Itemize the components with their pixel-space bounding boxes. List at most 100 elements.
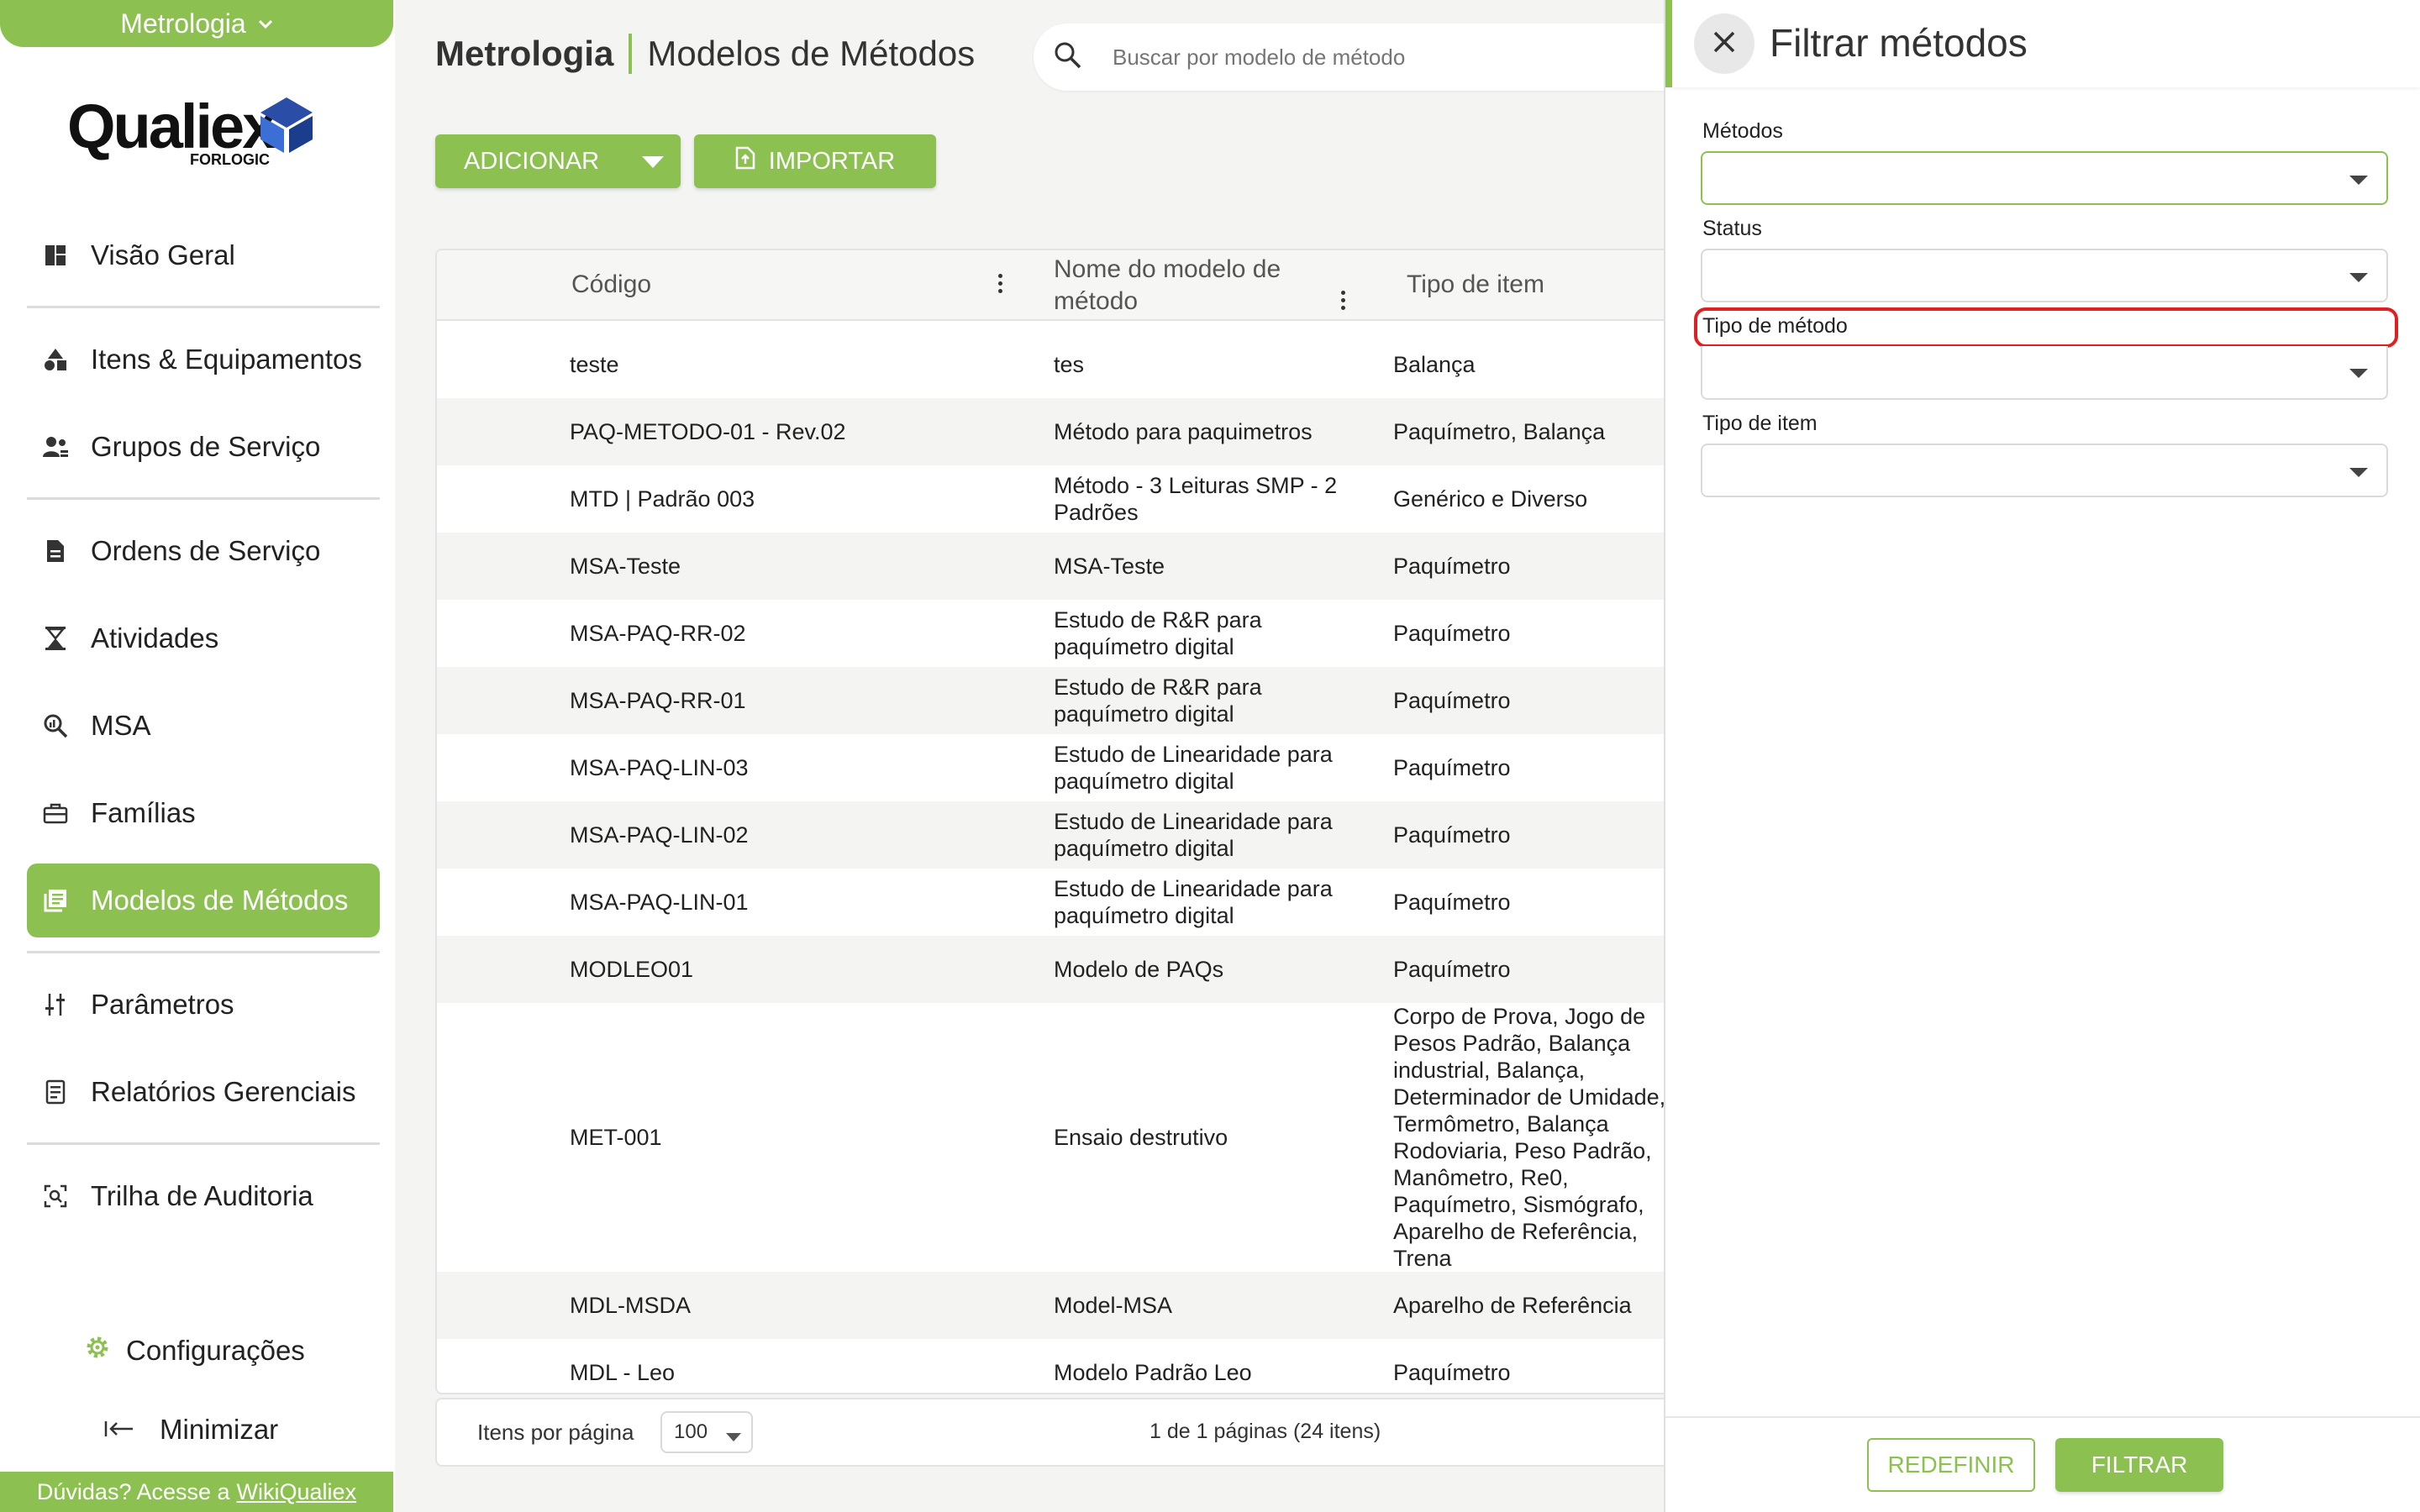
- table-row[interactable]: teste tes Balança: [437, 331, 1664, 398]
- table-row[interactable]: MSA-PAQ-LIN-01 Estudo de Linearidade par…: [437, 869, 1664, 936]
- column-menu-icon[interactable]: [1341, 291, 1346, 313]
- settings-link[interactable]: Configurações: [84, 1326, 305, 1376]
- document-icon: [39, 534, 72, 568]
- cell-type: Aparelho de Referência: [1393, 1293, 1632, 1318]
- column-menu-icon[interactable]: [998, 274, 1003, 297]
- sidebar-item-trilha-auditoria[interactable]: Trilha de Auditoria: [27, 1159, 380, 1233]
- cell-code: MSA-PAQ-RR-01: [570, 688, 746, 713]
- caret-down-icon[interactable]: [640, 150, 666, 177]
- sidebar-item-ordens-servico[interactable]: Ordens de Serviço: [27, 514, 380, 588]
- apply-filter-button[interactable]: FILTRAR: [2055, 1438, 2223, 1492]
- sidebar-item-itens-equipamentos[interactable]: Itens & Equipamentos: [27, 323, 380, 396]
- pagination-bar: Itens por página 100 1 de 1 páginas (24 …: [435, 1398, 1664, 1467]
- search-input[interactable]: [1113, 44, 1583, 71]
- help-text: Dúvidas? Acesse a: [36, 1478, 230, 1504]
- settings-label: Configurações: [126, 1335, 305, 1366]
- module-selector-label: Metrologia: [120, 8, 246, 39]
- drawer-accent-bar: [1665, 0, 1672, 87]
- divider: [27, 306, 380, 308]
- column-header-codigo[interactable]: Código: [571, 269, 651, 301]
- cell-name: Modelo de PAQs: [1054, 957, 1224, 982]
- column-header-nome[interactable]: Nome do modelo de método: [1054, 254, 1306, 318]
- sidebar-item-grupos-servico[interactable]: Grupos de Serviço: [27, 410, 380, 484]
- table-row[interactable]: MSA-Teste MSA-Teste Paquímetro: [437, 533, 1664, 600]
- cell-type: Corpo de Prova, Jogo de Pesos Padrão, Ba…: [1393, 1004, 1664, 1271]
- add-button[interactable]: ADICIONAR: [435, 134, 681, 188]
- import-button[interactable]: IMPORTAR: [694, 134, 936, 188]
- cell-name: tes: [1054, 352, 1085, 377]
- minimize-sidebar-button[interactable]: Minimizar: [104, 1404, 278, 1455]
- table-row[interactable]: MDL - Leo Modelo Padrão Leo Paquímetro: [437, 1339, 1664, 1393]
- reset-button[interactable]: REDEFINIR: [1867, 1438, 2035, 1492]
- table-row[interactable]: MSA-PAQ-LIN-02 Estudo de Linearidade par…: [437, 801, 1664, 869]
- cell-name: Model-MSA: [1054, 1293, 1173, 1318]
- table-header: Código Nome do modelo de método Tipo de …: [437, 250, 1664, 321]
- cell-type: Genérico e Diverso: [1393, 486, 1588, 512]
- close-button[interactable]: [1694, 13, 1754, 74]
- sidebar-item-visao-geral[interactable]: Visão Geral: [27, 218, 380, 292]
- sidebar-item-parametros[interactable]: Parâmetros: [27, 968, 380, 1042]
- column-header-tipo-item[interactable]: Tipo de item: [1407, 269, 1544, 301]
- sidebar-item-label: Visão Geral: [91, 239, 235, 270]
- file-upload-icon: [735, 146, 755, 176]
- sidebar-item-label: Grupos de Serviço: [91, 431, 321, 462]
- cell-code: MDL-MSDA: [570, 1293, 692, 1318]
- collapse-left-icon: [104, 1415, 134, 1446]
- sidebar-item-atividades[interactable]: Atividades: [27, 601, 380, 675]
- sidebar-item-label: Famílias: [91, 797, 196, 828]
- filter-drawer: Filtrar métodos Métodos Status Tipo de m…: [1664, 0, 2420, 1512]
- cell-code: MSA-PAQ-LIN-02: [570, 822, 749, 848]
- filter-label-status: Status: [1702, 217, 1762, 240]
- divider: [27, 1142, 380, 1145]
- table-row[interactable]: PAQ-METODO-01 - Rev.02 Método para paqui…: [437, 398, 1664, 465]
- gear-icon: [84, 1334, 111, 1368]
- cell-name: Estudo de R&R para paquímetro digital: [1054, 607, 1262, 659]
- page-title-name: Modelos de Métodos: [647, 34, 976, 73]
- logo-mark-icon: [260, 97, 313, 153]
- library-icon: [39, 884, 72, 917]
- filter-select-status[interactable]: [1701, 249, 2388, 302]
- cell-type: Paquímetro: [1393, 822, 1511, 848]
- cell-code: MSA-PAQ-LIN-01: [570, 890, 749, 915]
- table-row[interactable]: MODLEO01 Modelo de PAQs Paquímetro: [437, 936, 1664, 1003]
- sidebar-item-msa[interactable]: MSA: [27, 689, 380, 763]
- cell-name: Estudo de Linearidade para paquímetro di…: [1054, 809, 1333, 861]
- sidebar-item-label: Itens & Equipamentos: [91, 344, 362, 375]
- cell-code: MODLEO01: [570, 957, 694, 982]
- caret-down-icon: [2348, 465, 2370, 483]
- sidebar-item-label: Parâmetros: [91, 989, 234, 1020]
- table-row[interactable]: MTD | Padrão 003 Método - 3 Leituras SMP…: [437, 465, 1664, 533]
- cell-name: Estudo de Linearidade para paquímetro di…: [1054, 742, 1333, 794]
- zoom-analytics-icon: [39, 709, 72, 743]
- sidebar-item-label: Atividades: [91, 622, 219, 654]
- table-row[interactable]: MSA-PAQ-LIN-03 Estudo de Linearidade par…: [437, 734, 1664, 801]
- filter-select-tipo-item[interactable]: [1701, 444, 2388, 497]
- search-box: [1034, 24, 1672, 91]
- caret-down-icon: [2348, 366, 2370, 384]
- report-icon: [39, 1075, 72, 1109]
- filter-select-tipo-metodo[interactable]: [1701, 346, 2388, 400]
- wiki-link[interactable]: WikiQualiex: [237, 1479, 357, 1505]
- module-selector[interactable]: Metrologia: [0, 0, 393, 47]
- table-row[interactable]: MSA-PAQ-RR-02 Estudo de R&R para paquíme…: [437, 600, 1664, 667]
- cell-code: MDL - Leo: [570, 1360, 676, 1385]
- chevron-down-icon: [258, 13, 273, 34]
- cell-type: Paquímetro: [1393, 621, 1511, 646]
- cell-code: MSA-PAQ-RR-02: [570, 621, 746, 646]
- per-page-value: 100: [674, 1420, 708, 1443]
- divider: [27, 497, 380, 500]
- per-page-select[interactable]: 100: [660, 1411, 753, 1453]
- filter-select-metodos[interactable]: [1701, 151, 2388, 205]
- table-row[interactable]: MDL-MSDA Model-MSA Aparelho de Referênci…: [437, 1272, 1664, 1339]
- filter-drawer-title: Filtrar métodos: [1770, 21, 2028, 65]
- sidebar-item-modelos-metodos[interactable]: Modelos de Métodos: [27, 864, 380, 937]
- title-separator: [629, 34, 633, 74]
- main-content: Metrologia Modelos de Métodos ADICIONAR …: [395, 0, 1672, 1512]
- sidebar-item-relatorios[interactable]: Relatórios Gerenciais: [27, 1055, 380, 1129]
- table-row[interactable]: MSA-PAQ-RR-01 Estudo de R&R para paquíme…: [437, 667, 1664, 734]
- cell-type: Paquímetro: [1393, 957, 1511, 982]
- table-row[interactable]: MET-001 Ensaio destrutivo Corpo de Prova…: [437, 1003, 1664, 1272]
- cell-name: Estudo de Linearidade para paquímetro di…: [1054, 876, 1333, 928]
- sidebar-item-familias[interactable]: Famílias: [27, 776, 380, 850]
- cell-type: Paquímetro: [1393, 688, 1511, 713]
